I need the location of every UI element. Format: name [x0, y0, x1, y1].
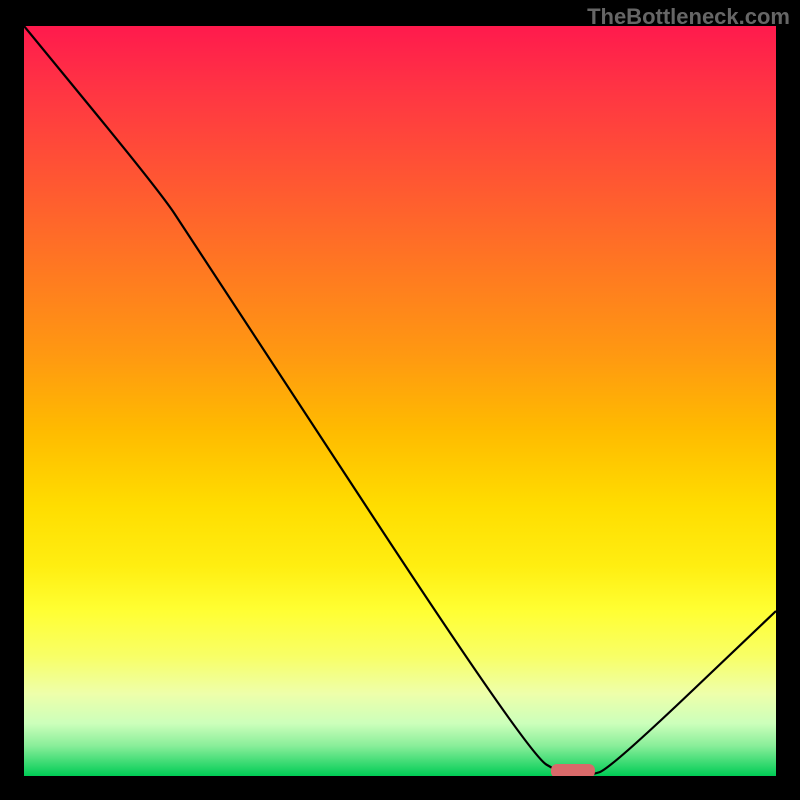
bottleneck-curve	[24, 26, 776, 776]
chart-plot-area	[24, 26, 776, 776]
optimal-marker	[551, 764, 595, 776]
chart-svg	[24, 26, 776, 776]
watermark-text: TheBottleneck.com	[587, 4, 790, 30]
